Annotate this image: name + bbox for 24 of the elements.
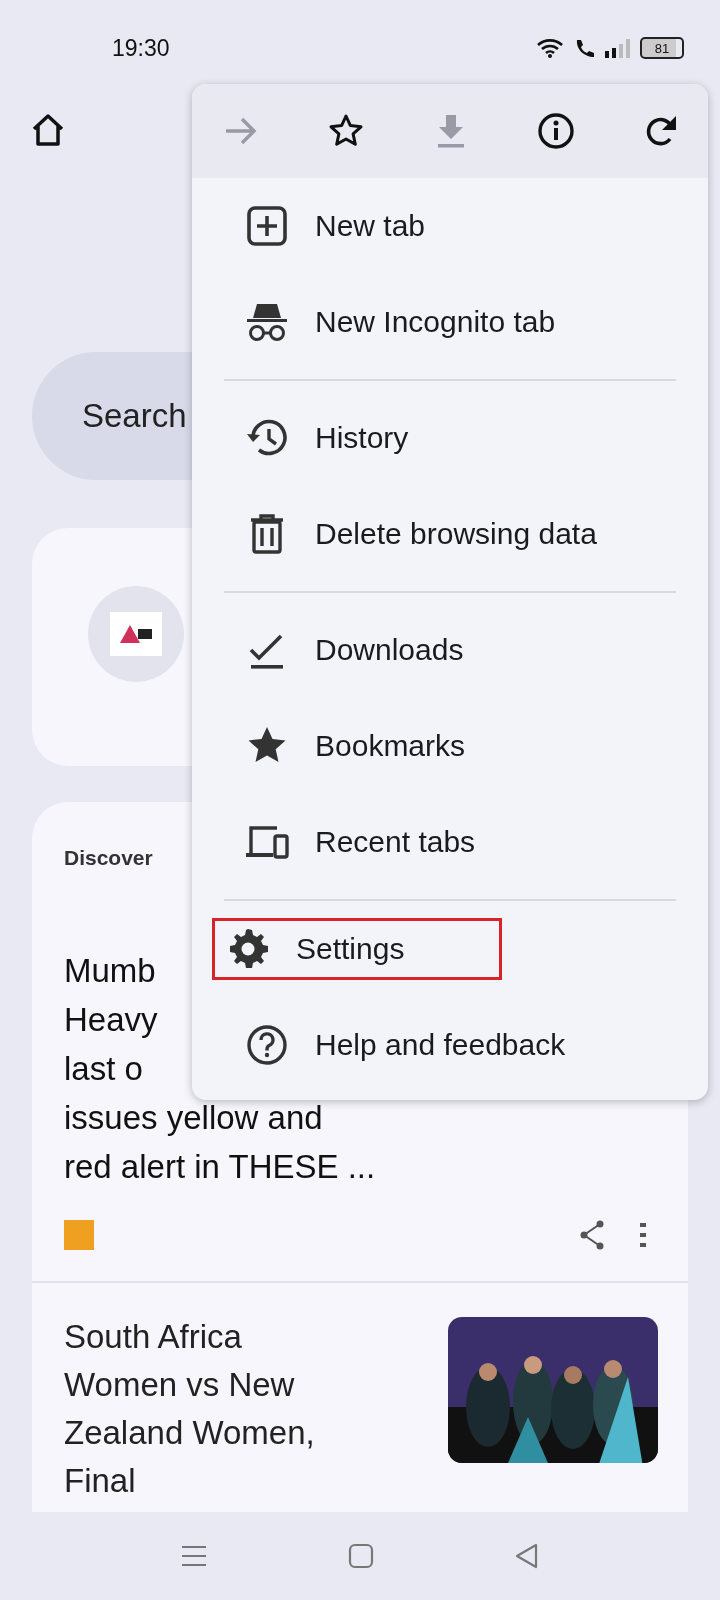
more-options-icon[interactable]: [638, 1220, 648, 1250]
help-icon: [245, 1023, 289, 1067]
menu-item[interactable]: Delete browsing data: [208, 486, 692, 582]
menu-item[interactable]: History: [208, 390, 692, 486]
menu-item[interactable]: Downloads: [208, 602, 692, 698]
menu-item[interactable]: Settings: [212, 918, 502, 980]
menu-item[interactable]: Bookmarks: [208, 698, 692, 794]
info-icon[interactable]: [537, 112, 575, 150]
home-button-icon[interactable]: [348, 1543, 374, 1569]
plus-icon: [245, 204, 289, 248]
battery-icon: 81: [640, 37, 684, 59]
signal-icon: [604, 37, 632, 59]
menu-item[interactable]: New Incognito tab: [208, 274, 692, 370]
discover-heading: Discover: [64, 846, 154, 870]
article-headline[interactable]: South Africa Women vs New Zealand Women, Final: [64, 1313, 364, 1505]
source-logo-icon: [64, 1220, 94, 1250]
back-icon[interactable]: [514, 1543, 540, 1569]
menu-item[interactable]: Help and feedback: [208, 997, 692, 1093]
menu-item[interactable]: New tab: [208, 178, 692, 274]
status-time: 19:30: [112, 34, 170, 62]
menu-item[interactable]: Recent tabs: [208, 794, 692, 890]
home-icon[interactable]: [30, 112, 66, 148]
call-icon: [574, 37, 596, 59]
menu-icon[interactable]: [180, 1544, 208, 1568]
